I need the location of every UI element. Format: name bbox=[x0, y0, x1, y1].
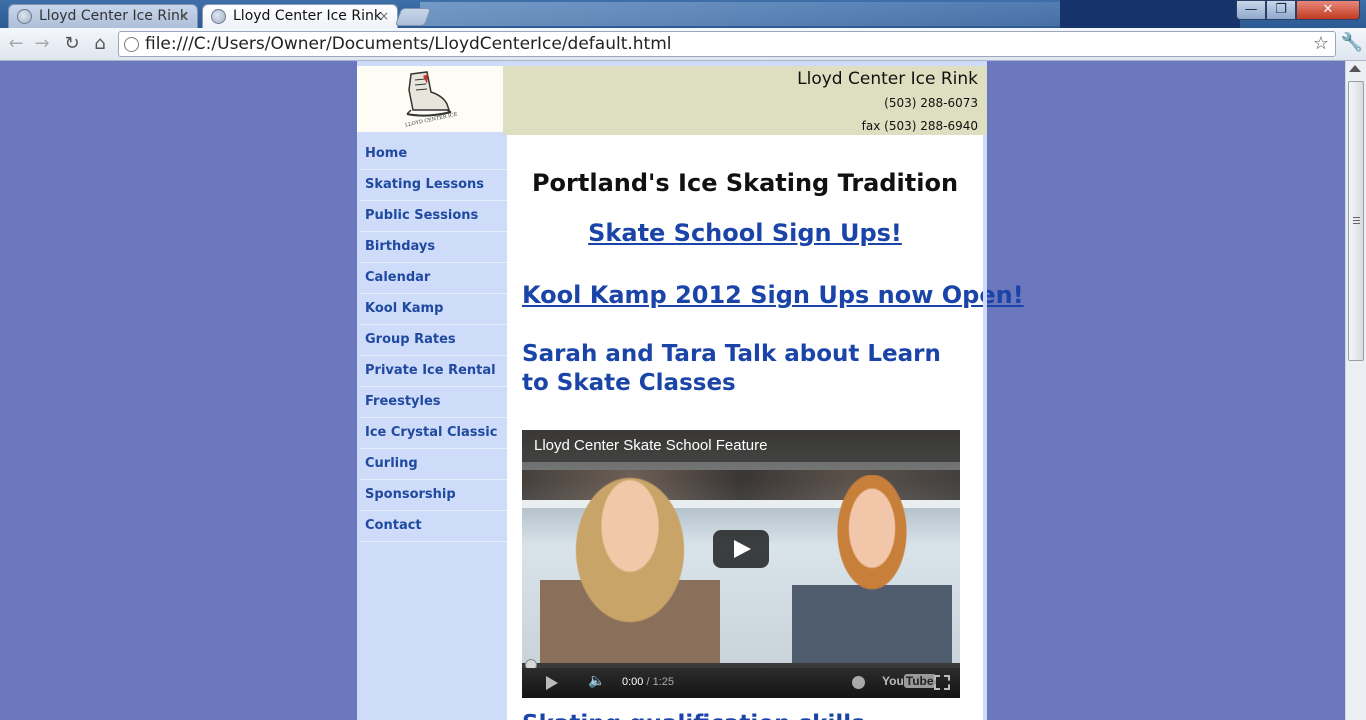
globe-icon bbox=[17, 9, 32, 24]
rink-name: Lloyd Center Ice Rink bbox=[797, 69, 978, 89]
video-time: 0:00 / 1:25 bbox=[622, 676, 674, 688]
video-player[interactable]: Lloyd Center Skate School Feature 🔈 0:00… bbox=[522, 430, 960, 698]
video-title[interactable]: Lloyd Center Skate School Feature bbox=[534, 437, 767, 454]
watch-later-clock-icon[interactable] bbox=[852, 676, 865, 689]
youtube-logo-icon[interactable]: You Tube bbox=[882, 674, 936, 688]
scroll-thumb[interactable] bbox=[1348, 81, 1364, 361]
header-band: Lloyd Center Ice Rink (503) 288-6073 fax… bbox=[503, 66, 987, 135]
tab-close-icon[interactable]: × bbox=[379, 5, 389, 27]
video-time-separator: / bbox=[643, 676, 653, 688]
sidebar-item-group-rates[interactable]: Group Rates bbox=[360, 325, 507, 356]
fullscreen-icon[interactable] bbox=[934, 675, 950, 690]
browser-toolbar: ← → ↻ ⌂ file:///C:/Users/Owner/Documents… bbox=[0, 28, 1366, 61]
tab-close-icon[interactable]: × bbox=[179, 5, 189, 27]
video-duration: 1:25 bbox=[652, 676, 675, 688]
sidebar-item-curling[interactable]: Curling bbox=[360, 449, 507, 480]
tab-label: Lloyd Center Ice Rink bbox=[39, 8, 188, 24]
page-icon bbox=[124, 37, 139, 52]
tab-lloyd-center-1[interactable]: Lloyd Center Ice Rink × bbox=[8, 4, 198, 28]
video-title-bar: Lloyd Center Skate School Feature bbox=[522, 430, 960, 462]
site-container: LLOYD CENTER ICE RINK Lloyd Center Ice R… bbox=[357, 61, 1024, 720]
sidebar-item-birthdays[interactable]: Birthdays bbox=[360, 232, 507, 263]
volume-icon[interactable]: 🔈 bbox=[588, 673, 605, 689]
titlebar-glass bbox=[420, 2, 1060, 26]
back-arrow-icon[interactable]: ← bbox=[4, 32, 28, 56]
sidebar-item-freestyles[interactable]: Freestyles bbox=[360, 387, 507, 418]
sidebar-item-skating-lessons[interactable]: Skating Lessons bbox=[360, 170, 507, 201]
video-current-time: 0:00 bbox=[622, 676, 644, 688]
minimize-button[interactable]: — bbox=[1236, 0, 1266, 20]
phone-number: (503) 288-6073 bbox=[884, 96, 978, 110]
tab-lloyd-center-2[interactable]: Lloyd Center Ice Rink × bbox=[202, 4, 398, 28]
sidebar-item-home[interactable]: Home bbox=[360, 139, 507, 170]
tab-label: Lloyd Center Ice Rink bbox=[233, 8, 382, 24]
kool-kamp-signup-link[interactable]: Kool Kamp 2012 Sign Ups now Open! bbox=[522, 281, 1024, 309]
sidebar-item-kool-kamp[interactable]: Kool Kamp bbox=[360, 294, 507, 325]
skate-logo-icon: LLOYD CENTER ICE RINK bbox=[405, 71, 457, 128]
video-person-right bbox=[792, 475, 952, 665]
video-heading: Sarah and Tara Talk about Learn to Skate… bbox=[522, 341, 941, 396]
reload-icon[interactable]: ↻ bbox=[60, 32, 84, 56]
sidebar-nav: Home Skating Lessons Public Sessions Bir… bbox=[360, 139, 507, 542]
bookmark-star-icon[interactable]: ☆ bbox=[1313, 33, 1329, 54]
scroll-grip-icon bbox=[1353, 217, 1360, 225]
logo[interactable]: LLOYD CENTER ICE RINK bbox=[357, 66, 503, 132]
titlebar-dark-area bbox=[1060, 0, 1240, 28]
scroll-up-arrow-icon[interactable] bbox=[1349, 65, 1361, 72]
close-window-button[interactable]: ✕ bbox=[1296, 0, 1360, 20]
url-text[interactable]: file:///C:/Users/Owner/Documents/LloydCe… bbox=[145, 34, 672, 54]
large-play-icon[interactable] bbox=[713, 530, 769, 568]
page-scrollbar[interactable] bbox=[1345, 61, 1366, 720]
content-right-border bbox=[983, 135, 987, 720]
wrench-menu-icon[interactable]: 🔧 bbox=[1340, 32, 1364, 56]
sidebar-item-private-ice-rental[interactable]: Private Ice Rental bbox=[360, 356, 507, 387]
partial-section-heading: Skating qualification skills bbox=[522, 711, 865, 720]
youtube-you: You bbox=[882, 674, 904, 688]
sidebar-item-sponsorship[interactable]: Sponsorship bbox=[360, 480, 507, 511]
play-icon[interactable] bbox=[546, 676, 558, 690]
forward-arrow-icon[interactable]: → bbox=[30, 32, 54, 56]
fax-number: fax (503) 288-6940 bbox=[861, 119, 978, 133]
home-icon[interactable]: ⌂ bbox=[88, 32, 112, 56]
youtube-tube: Tube bbox=[903, 674, 936, 688]
globe-icon bbox=[211, 9, 226, 24]
maximize-button[interactable]: ❐ bbox=[1266, 0, 1296, 20]
video-controls: 🔈 0:00 / 1:25 You Tube bbox=[522, 668, 960, 698]
video-person-left bbox=[540, 470, 720, 670]
sidebar-item-contact[interactable]: Contact bbox=[360, 511, 507, 542]
window-titlebar: Lloyd Center Ice Rink × Lloyd Center Ice… bbox=[0, 0, 1366, 28]
sidebar-item-ice-crystal-classic[interactable]: Ice Crystal Classic bbox=[360, 418, 507, 449]
address-bar[interactable]: file:///C:/Users/Owner/Documents/LloydCe… bbox=[118, 31, 1336, 57]
sidebar-item-calendar[interactable]: Calendar bbox=[360, 263, 507, 294]
skate-school-signup-link[interactable]: Skate School Sign Ups! bbox=[507, 219, 983, 247]
main-content: Portland's Ice Skating Tradition Skate S… bbox=[507, 135, 1024, 720]
page-title: Portland's Ice Skating Tradition bbox=[531, 169, 959, 197]
sidebar-item-public-sessions[interactable]: Public Sessions bbox=[360, 201, 507, 232]
